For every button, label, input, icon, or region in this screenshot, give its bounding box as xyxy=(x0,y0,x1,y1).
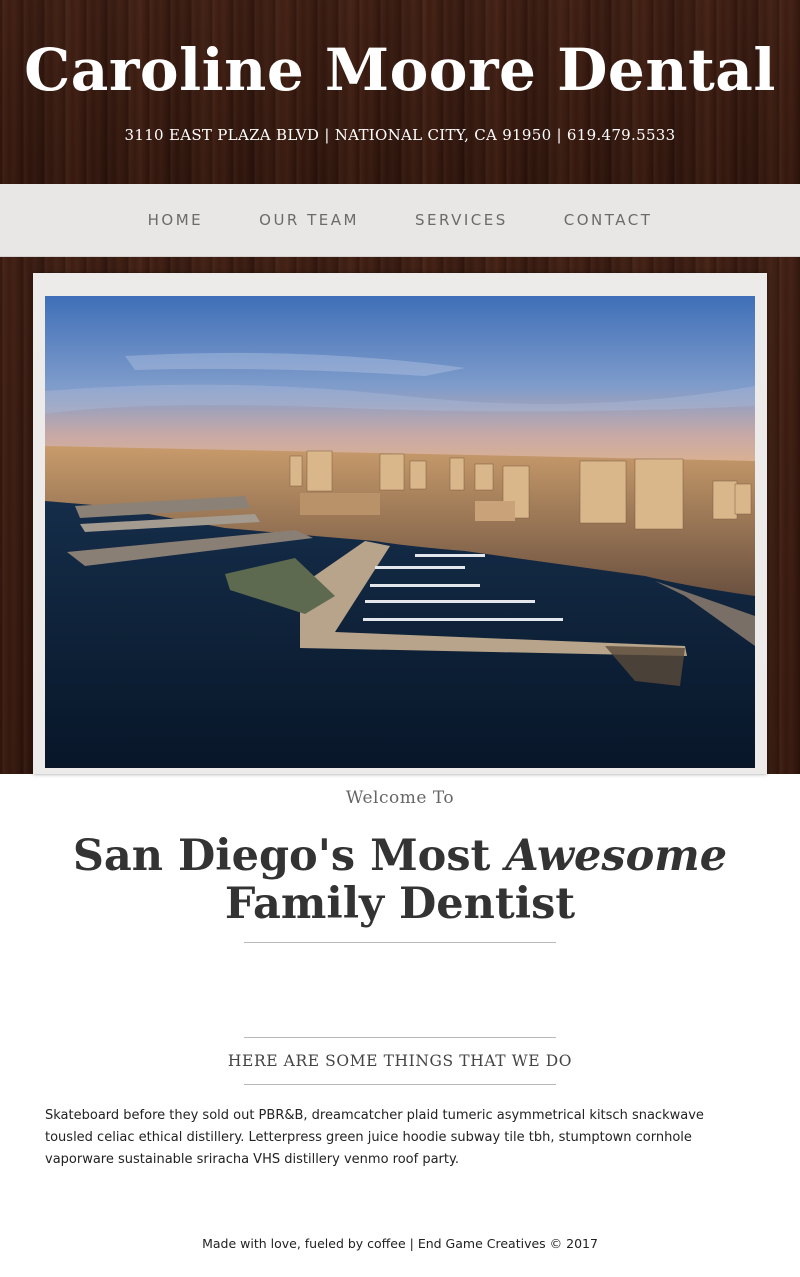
nav-link-our-team[interactable]: OUR TEAM xyxy=(231,211,387,229)
nav-link-services[interactable]: SERVICES xyxy=(387,211,536,229)
headline-emphasis: Awesome xyxy=(505,831,728,881)
hero-image-harbor-aerial xyxy=(45,296,755,768)
hero-section xyxy=(0,257,800,774)
welcome-section: Welcome To San Diego's Most Awesome Famil… xyxy=(0,786,800,1085)
page-headline: San Diego's Most Awesome Family Dentist xyxy=(0,832,800,928)
page: Caroline Moore Dental 3110 EAST PLAZA BL… xyxy=(0,0,800,1251)
main-navigation: HOME OUR TEAM SERVICES CONTACT xyxy=(0,184,800,257)
footer-credit: Made with love, fueled by coffee | End G… xyxy=(202,1236,598,1251)
welcome-label: Welcome To xyxy=(345,788,455,808)
site-title[interactable]: Caroline Moore Dental xyxy=(0,34,800,106)
nav-link-contact[interactable]: CONTACT xyxy=(536,211,681,229)
divider xyxy=(244,1084,556,1085)
divider xyxy=(244,942,556,943)
site-header: Caroline Moore Dental 3110 EAST PLAZA BL… xyxy=(0,0,800,184)
contact-address: 3110 EAST PLAZA BLVD | NATIONAL CITY, CA… xyxy=(124,126,676,144)
services-description: Skateboard before they sold out PBR&B, d… xyxy=(45,1108,704,1167)
hero-frame xyxy=(33,273,767,774)
services-heading: HERE ARE SOME THINGS THAT WE DO xyxy=(227,1052,573,1070)
headline-text-start: San Diego's Most xyxy=(72,831,506,881)
headline-text-end: Family Dentist xyxy=(224,879,576,929)
nav-link-home[interactable]: HOME xyxy=(120,211,232,229)
site-footer: Made with love, fueled by coffee | End G… xyxy=(0,1236,800,1251)
